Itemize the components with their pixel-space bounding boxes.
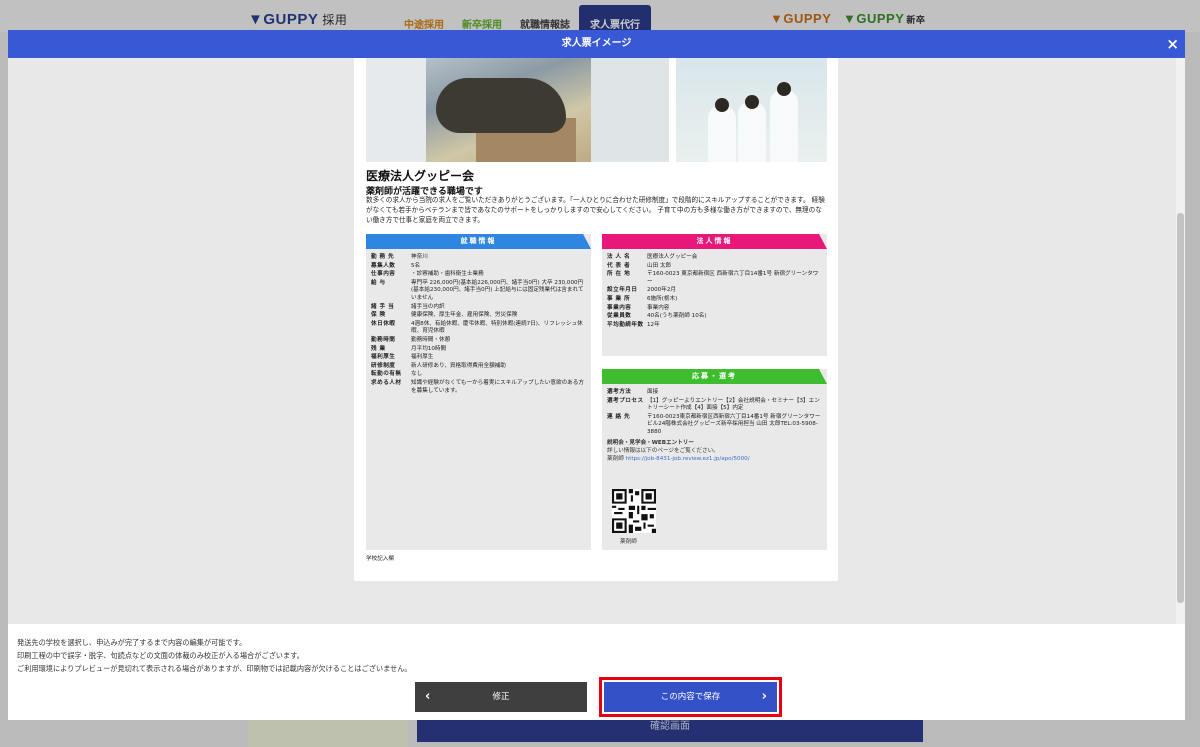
- modal-title: 求人票イメージ: [561, 38, 632, 49]
- job-posting-page: 医療法人グッピー会 薬剤師が活躍できる職場です 数多くの求人から当院の求人をご覧…: [354, 58, 838, 581]
- job-row: 休日休暇 4週8休、有給休暇、慶弔休暇、特別休暇(連続7日)、リフレッシュ休暇、育…: [371, 320, 583, 335]
- job-row: 残 業月平均10時間: [371, 345, 447, 352]
- corp-row: 従業員数 40名(うち薬剤師 10名): [607, 313, 707, 320]
- close-icon[interactable]: ×: [1166, 30, 1179, 58]
- chevron-left-icon: ‹: [425, 689, 431, 704]
- corp-info-title: 法人情報: [602, 234, 827, 249]
- job-row: 給 与専門卒 226,000円(基本給226,000円、諸手当0円) 大卒 23…: [371, 279, 584, 301]
- corp-info-rows: 法 人 名医療法人グッピー会 代 表 者山田 太郎 所 在 地〒160-0023…: [602, 249, 827, 329]
- save-button-highlight: この内容で保存 ›: [599, 677, 782, 717]
- apply-info-box: 応募・選考 選考方法 面接 選考プロセス 【1】グッピーよりエントリー【2】会社説明…: [602, 369, 827, 550]
- save-button-label: この内容で保存: [660, 692, 721, 702]
- corp-info-box: 法人情報 法 人 名医療法人グッピー会 代 表 者山田 太郎 所 在 地〒160…: [602, 234, 827, 356]
- scroll-thumb[interactable]: [1177, 213, 1184, 603]
- footer-notes: 発送先の学校を選択し、申込みが完了するまで内容の編集が可能です。 印刷工程の中で…: [17, 636, 412, 675]
- corp-row: 事業内容 事業内容: [607, 304, 670, 311]
- note-line: 印刷工程の中で誤字・脱字、句読点などの文面の体裁のみ校正が入る場合がございます。: [17, 651, 304, 660]
- modal-header: 求人票イメージ ×: [8, 30, 1185, 58]
- entry-link-row: 薬剤師 https://job-8431-job.review.ez1.jp/a…: [607, 455, 822, 463]
- job-info-rows: 勤 務 先神奈川 募集人数 5名 仕事内容 ・診察補助・歯科衛生士業務 給 与専門卒…: [366, 249, 591, 395]
- job-row: 求める人材 知識や経験がなくても一から着実にスキルアップしたい意欲のある方を募集し…: [371, 379, 584, 394]
- apply-row: 選考プロセス 【1】グッピーよりエントリー【2】会社説明会・セミナー【3】エントリ…: [607, 397, 820, 412]
- clinic-photo: [366, 58, 669, 162]
- corp-row: 所 在 地〒160-0023 東京都新宿区 西新宿六丁目14番1号 新宿グリーン…: [607, 271, 819, 285]
- edit-button[interactable]: ‹ 修正: [415, 682, 587, 712]
- save-button[interactable]: この内容で保存 ›: [604, 682, 777, 712]
- preview-scrollbar[interactable]: [1176, 58, 1185, 624]
- qr-code-icon: [612, 489, 656, 533]
- job-row: 諸 手 当諸手当の内訳: [371, 303, 445, 310]
- entry-text: 詳しい情報は以下のページをご覧ください。: [607, 447, 719, 454]
- qr-caption: 薬剤師: [620, 539, 637, 545]
- corp-row: 法 人 名医療法人グッピー会: [607, 254, 698, 260]
- chevron-right-icon: ›: [761, 689, 767, 704]
- job-info-title: 就職情報: [366, 234, 591, 249]
- staff-photo: [676, 58, 827, 162]
- job-row: 仕事内容 ・診察補助・歯科衛生士業務: [371, 271, 484, 278]
- job-row: 勤 務 先神奈川: [371, 254, 428, 260]
- job-row: 研修制度 新人研修あり、資格取得費用全額補助: [371, 362, 506, 369]
- job-row: 福利厚生 福利厚生: [371, 354, 434, 361]
- apply-info-rows: 選考方法 面接 選考プロセス 【1】グッピーよりエントリー【2】会社説明会・セミナー…: [602, 384, 827, 463]
- preview-modal: 求人票イメージ × 医療法人グッピー会 薬剤師が活躍できる職場です 数多くの求人…: [8, 30, 1185, 720]
- job-row: 募集人数 5名: [371, 262, 421, 269]
- edit-button-label: 修正: [492, 692, 510, 702]
- corp-row: 平均勤続年数 12年: [607, 321, 660, 328]
- job-info-box: 就職情報 勤 務 先神奈川 募集人数 5名 仕事内容 ・診察補助・歯科衛生士業務 給…: [366, 234, 591, 550]
- apply-row: 選考方法 面接: [607, 389, 659, 395]
- note-line: ご利用環境によりプレビューが見切れて表示される場合がありますが、印刷物では記載内…: [17, 664, 412, 673]
- school-note: 学校記入欄: [366, 556, 394, 562]
- corp-row: 事 業 所 6施所(栃木): [607, 295, 678, 302]
- org-name: 医療法人グッピー会: [366, 169, 475, 183]
- job-row: 勤務時間 勤務時間・休憩: [371, 336, 451, 343]
- apply-info-title: 応募・選考: [602, 369, 827, 384]
- job-row: 転勤の有無 なし: [371, 371, 423, 378]
- entry-link[interactable]: https://job-8431-job.review.ez1.jp/apo/5…: [626, 456, 750, 462]
- preview-area[interactable]: 医療法人グッピー会 薬剤師が活躍できる職場です 数多くの求人から当院の求人をご覧…: [8, 58, 1176, 624]
- entry-title: 説明会・見学会・WEBエントリー: [607, 439, 694, 446]
- note-line: 発送先の学校を選択し、申込みが完了するまで内容の編集が可能です。: [17, 638, 247, 647]
- apply-row: 連 絡 先〒160-0023東京都新宿区西新宿六丁目14番1号 新宿グリーンタワ…: [607, 413, 821, 435]
- entry-link-label: 薬剤師: [607, 455, 624, 462]
- corp-row: 代 表 者山田 太郎: [607, 262, 672, 269]
- corp-row: 設立年月日 2000年2月: [607, 287, 676, 294]
- intro-text: 数多くの求人から当院の求人をご覧いただきありがとうございます。「一人ひとりに合わ…: [366, 196, 825, 224]
- job-row: 保 険健康保険、厚生年金、雇用保険、労災保険: [371, 312, 518, 319]
